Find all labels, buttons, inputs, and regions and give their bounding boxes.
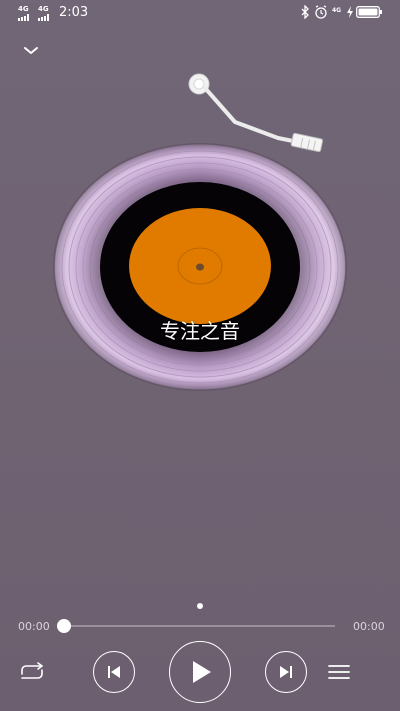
signal-1: 4G [18, 6, 30, 21]
charging-icon [347, 6, 353, 18]
previous-button[interactable] [93, 651, 135, 693]
signal-2: 4G [38, 6, 50, 21]
chevron-down-icon[interactable] [20, 40, 42, 62]
bluetooth-icon [301, 5, 309, 19]
vinyl-record: 专注之音 [0, 60, 400, 420]
tonearm [188, 73, 324, 153]
total-time: 00:00 [353, 620, 385, 633]
disc-title: 专注之音 [160, 319, 240, 343]
network-4g-label: 4G [332, 7, 342, 14]
alarm-icon [315, 5, 327, 19]
signal-bars-icon [18, 14, 30, 21]
disc-spindle [196, 263, 204, 271]
play-button[interactable] [169, 641, 231, 703]
next-icon [279, 665, 292, 678]
playlist-icon[interactable] [326, 662, 352, 682]
player-screen: 4G 4G 2:03 4G 专注之音 00:00 00:00 [0, 0, 400, 711]
battery-icon [356, 6, 382, 18]
repeat-icon[interactable] [16, 660, 48, 684]
progress-bar[interactable] [57, 619, 335, 633]
previous-icon [107, 665, 120, 678]
signal-1-label: 4G [18, 5, 29, 13]
next-button[interactable] [265, 651, 307, 693]
signal-bars-icon [38, 14, 50, 21]
progress-thumb[interactable] [57, 619, 71, 633]
signal-2-label: 4G [38, 5, 49, 13]
status-bar: 4G 4G 2:03 4G [0, 0, 400, 26]
turntable-graphic [53, 73, 347, 391]
play-icon [192, 660, 211, 683]
page-indicator-dot [197, 603, 203, 609]
current-time: 00:00 [18, 620, 50, 633]
status-time: 2:03 [59, 5, 89, 20]
